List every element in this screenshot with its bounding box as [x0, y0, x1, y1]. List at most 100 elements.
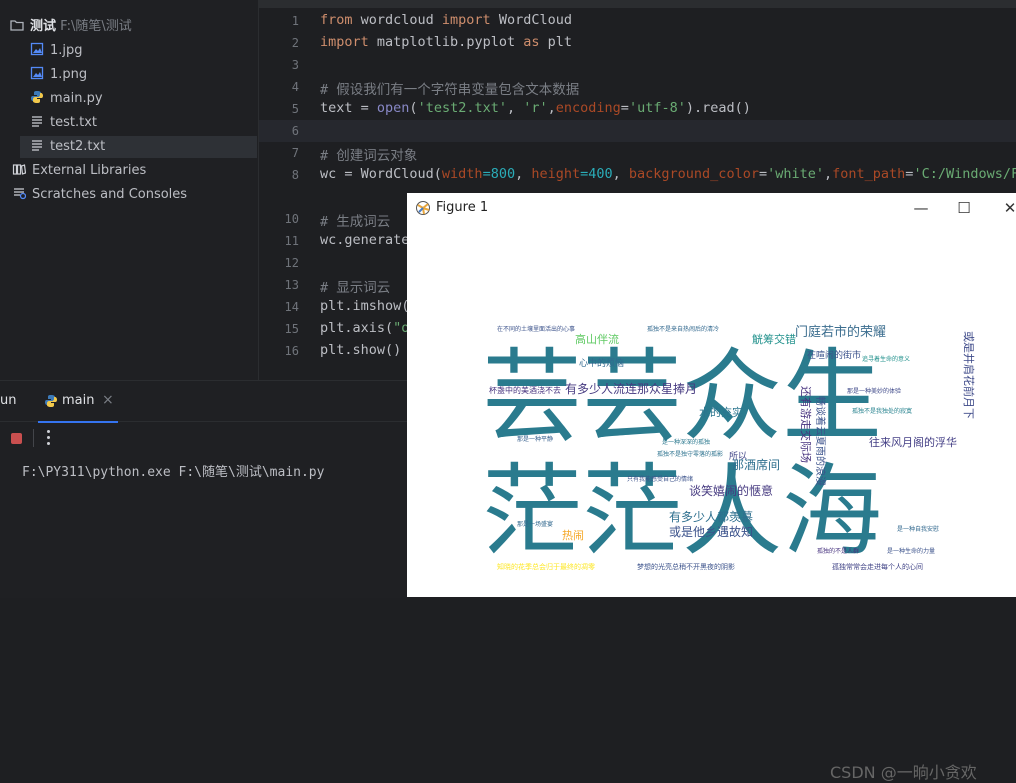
wc-word-small: 孤独常常会走进每个人的心间 [832, 562, 923, 571]
line-number: 11 [284, 234, 299, 248]
wc-word-small: 知晓的花季总会归于最终的凋零 [497, 562, 595, 571]
tree-item-1jpg[interactable]: 1.jpg [30, 40, 83, 62]
line-number: 13 [284, 278, 299, 292]
code-token: = [620, 100, 629, 116]
wc-word-small: 孤独不是来自热闹后的清冷 [647, 325, 719, 333]
wc-word-small: 那是一种平静 [517, 435, 553, 443]
python-file-icon [31, 91, 43, 103]
scratches-label: Scratches and Consoles [32, 187, 188, 202]
editor-tab-strip [259, 0, 1016, 8]
code-token: from [320, 12, 353, 28]
toolbar-divider [33, 429, 34, 447]
wc-word: 心中的烦恼 [579, 357, 624, 369]
figure-titlebar[interactable]: Figure 1 — ☐ ✕ [407, 193, 1016, 223]
wc-word-small: 在不同的土壤里面活出的心事 [497, 325, 575, 333]
wc-word: 谈笑嬉闹的惬意 [689, 483, 773, 498]
wc-word-small: 孤独的不是人群 [817, 547, 859, 555]
wc-word-small: 那是一种美妙的体验 [847, 387, 901, 395]
code-token: import [441, 12, 491, 28]
tree-item-1png[interactable]: 1.png [30, 64, 87, 86]
maximize-button[interactable]: ☐ [950, 197, 978, 219]
python-file-icon [45, 395, 57, 407]
tree-item-testtxt[interactable]: test.txt [30, 112, 97, 134]
wc-word-small: 是一种深深的孤独 [662, 438, 710, 446]
code-token: , [547, 100, 556, 116]
image-file-icon [30, 66, 44, 80]
code-token: ( [409, 100, 418, 116]
code-line-15: plt.axis("o [320, 320, 409, 336]
code-line-4: # 假设我们有一个字符串变量包含文本数据 [320, 82, 580, 98]
close-window-button[interactable]: ✕ [996, 197, 1016, 219]
code-line-10: # 生成词云 [320, 214, 391, 230]
wc-word: 高山伴流 [575, 332, 619, 346]
code-token: 'test2.txt' [417, 100, 507, 116]
code-token: WordCloud [490, 12, 572, 28]
code-line-7: # 创建词云对象 [320, 148, 418, 164]
wc-word: 有多少人都羡慕 [669, 509, 753, 524]
code-token: 'utf-8' [628, 100, 686, 116]
root-folder-name: 测试 [30, 19, 57, 34]
image-file-icon [30, 42, 44, 56]
more-options-icon[interactable] [47, 430, 50, 446]
code-line-5: text = open('test2.txt', 'r',encoding='u… [320, 100, 751, 116]
code-token: 'white' [767, 166, 824, 182]
text-file-icon [32, 140, 42, 151]
file-label: main.py [50, 91, 103, 106]
file-label: 1.png [50, 67, 88, 82]
code-line-2: import matplotlib.pyplot as plt [320, 34, 572, 50]
wc-word-small: 孤独不是独守零落的孤影 [657, 450, 723, 458]
code-token: =800 [482, 166, 516, 182]
figure-title: Figure 1 [436, 200, 489, 215]
matplotlib-icon [416, 201, 430, 215]
wc-word-small: 梦想的光亮总稍不开黑夜的阴影 [637, 562, 735, 571]
code-token: =400 [580, 166, 613, 182]
minimize-button[interactable]: — [907, 197, 935, 219]
figure-window[interactable]: Figure 1 — ☐ ✕ 芸芸众生 茫茫人海 门庭若市的荣耀 有多少人流连那… [407, 193, 1016, 782]
line-number: 5 [291, 102, 299, 116]
tree-item-test2txt[interactable]: test2.txt [20, 136, 257, 158]
line-number: 4 [291, 80, 299, 94]
tree-root-folder[interactable]: 测试 F:\随笔\测试 [10, 16, 132, 38]
scratches-icon [14, 188, 26, 200]
run-toolbar [0, 422, 408, 452]
code-token: encoding [555, 100, 621, 116]
wc-word: 有多少人流连那众星捧月 [565, 381, 697, 396]
run-tab-bar: un main × [0, 381, 408, 423]
code-token: plt.axis( [320, 320, 394, 336]
line-number: 8 [291, 168, 299, 182]
wc-word: 还有游走交际场 [799, 386, 813, 463]
wc-word-small: 那是一场盛宴 [517, 520, 553, 528]
line-number: 14 [284, 300, 299, 314]
code-token: plt [539, 34, 572, 50]
wc-word: 杯盏中的美酒浇不去 [489, 385, 561, 395]
run-panel-title: un [0, 393, 17, 408]
wc-word: 或是井肩花前月下 [962, 331, 976, 419]
file-label: test2.txt [50, 139, 106, 154]
run-tab-main[interactable]: main × [38, 381, 118, 423]
code-token: = [758, 166, 768, 182]
wc-word: 门庭若市的荣耀 [795, 324, 886, 340]
stop-icon[interactable] [11, 433, 22, 444]
run-tab-label: main [62, 393, 95, 408]
wc-word-small: 是一种生命的力量 [887, 547, 935, 555]
line-number: 7 [291, 146, 299, 160]
root-folder-path: F:\随笔\测试 [60, 19, 132, 34]
code-token: width [441, 166, 483, 182]
run-panel: un main × F:\PY311\python.exe F:\随笔\测试\m… [0, 380, 408, 598]
tree-item-mainpy[interactable]: main.py [30, 88, 103, 110]
wc-word: 热闹 [562, 529, 584, 542]
watermark: CSDN @一晌小贪欢 [830, 763, 977, 782]
code-token: , [515, 166, 532, 182]
code-token: wordcloud [352, 12, 442, 28]
tree-scratches[interactable]: Scratches and Consoles [12, 184, 187, 206]
close-icon[interactable]: × [102, 392, 114, 408]
wordcloud-image: 芸芸众生 茫茫人海 门庭若市的荣耀 有多少人流连那众星捧月 有多少人都羡慕 或是… [482, 324, 976, 571]
code-token: , [824, 166, 833, 182]
line-number: 6 [291, 124, 299, 138]
tree-external-libraries[interactable]: External Libraries [12, 160, 146, 182]
code-line-13: # 显示词云 [320, 280, 391, 296]
libraries-icon [12, 164, 26, 175]
code-token: , [612, 166, 629, 182]
code-line-14: plt.imshow( [320, 298, 410, 314]
code-token: 'r' [523, 100, 548, 116]
